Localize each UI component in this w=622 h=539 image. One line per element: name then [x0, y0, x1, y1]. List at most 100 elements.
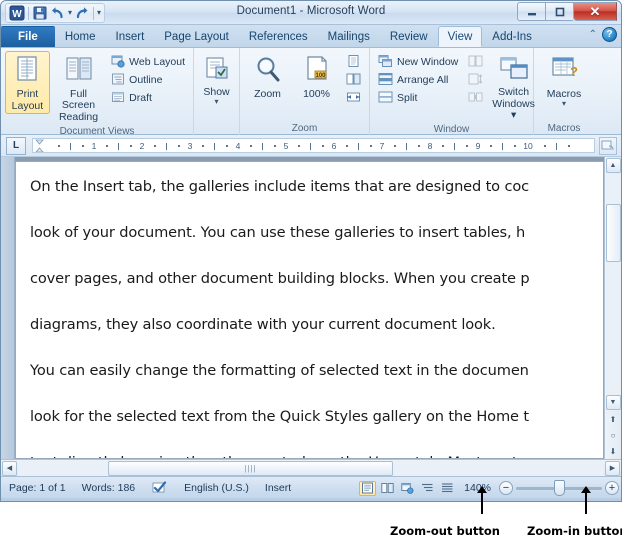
new-window-icon: [378, 54, 393, 71]
document-area: On the Insert tab, the galleries include…: [1, 157, 621, 459]
zoom-in-annotation: Zoom-in button: [527, 524, 622, 538]
tab-review[interactable]: Review: [380, 26, 438, 47]
tab-stop-selector[interactable]: L: [6, 137, 26, 155]
indent-markers-icon[interactable]: [35, 139, 44, 153]
view-ruler-button[interactable]: [599, 137, 617, 155]
ruler-row: L 1 2 3 4 5 6: [1, 135, 621, 157]
arrange-all-button[interactable]: Arrange All: [374, 71, 462, 89]
split-button[interactable]: Split: [374, 89, 462, 107]
ruler-mark-4: 4: [236, 139, 241, 153]
tab-references[interactable]: References: [239, 26, 318, 47]
view-side-by-side-icon: [468, 54, 483, 71]
tab-add-ins[interactable]: Add-Ins: [482, 26, 542, 47]
draft-view-button[interactable]: [439, 481, 456, 496]
tab-insert[interactable]: Insert: [106, 26, 155, 47]
status-insert-mode[interactable]: Insert: [257, 479, 299, 496]
draft-icon: [111, 90, 125, 107]
status-page[interactable]: Page: 1 of 1: [1, 479, 74, 496]
outline-label: Outline: [129, 74, 162, 86]
full-screen-reading-label-2: Reading: [59, 112, 98, 123]
one-page-button[interactable]: [342, 53, 365, 71]
zoom-out-button[interactable]: −: [499, 481, 513, 495]
maximize-button[interactable]: [545, 2, 573, 21]
view-side-by-side-button[interactable]: [464, 53, 487, 71]
scroll-up-button[interactable]: ▲: [606, 158, 621, 173]
select-browse-object-button[interactable]: ○: [606, 428, 621, 442]
ruler-mark-7: 7: [380, 139, 385, 153]
ribbon-group-zoom: Zoom 100 100%: [240, 48, 370, 136]
full-screen-reading-view-button[interactable]: [379, 481, 396, 496]
horizontal-scroll-track[interactable]: ||||: [18, 461, 604, 476]
zoom-100-button[interactable]: 100 100%: [293, 51, 340, 102]
tab-page-layout[interactable]: Page Layout: [154, 26, 239, 47]
zoom-level-label[interactable]: 140%: [459, 482, 496, 494]
scroll-right-button[interactable]: ▶: [605, 461, 620, 476]
arrange-all-label: Arrange All: [397, 74, 448, 86]
close-button[interactable]: ✕: [573, 2, 617, 21]
zoom-slider-track[interactable]: [516, 487, 602, 490]
status-language[interactable]: English (U.S.): [176, 479, 257, 496]
print-layout-button[interactable]: Print Layout: [5, 51, 50, 114]
spell-check-icon[interactable]: [143, 479, 176, 496]
tab-mailings[interactable]: Mailings: [318, 26, 380, 47]
split-label: Split: [397, 92, 417, 104]
reset-window-position-button[interactable]: [464, 89, 487, 107]
zoom-dialog-button[interactable]: Zoom: [244, 51, 291, 102]
switch-windows-button[interactable]: Switch Windows ▾: [489, 51, 538, 123]
horizontal-ruler[interactable]: 1 2 3 4 5 6 7 8 9 10: [32, 138, 595, 153]
zoom-slider-thumb[interactable]: [554, 480, 565, 496]
document-page[interactable]: On the Insert tab, the galleries include…: [15, 161, 604, 459]
minimize-button[interactable]: [517, 2, 545, 21]
show-button[interactable]: Show ▾: [198, 51, 235, 107]
zoom-in-button[interactable]: +: [605, 481, 619, 495]
synchronous-scrolling-button[interactable]: [464, 71, 487, 89]
synchronous-scrolling-icon: [468, 72, 483, 89]
ruler-mark-10: 10: [523, 139, 532, 153]
tab-home[interactable]: Home: [55, 26, 106, 47]
full-screen-reading-button[interactable]: Full Screen Reading: [52, 51, 105, 125]
tab-file[interactable]: File: [1, 26, 55, 47]
next-page-button[interactable]: ⬇: [606, 444, 621, 458]
scroll-down-button[interactable]: ▼: [606, 395, 621, 410]
split-icon: [378, 90, 393, 107]
previous-page-button[interactable]: ⬆: [606, 412, 621, 426]
web-layout-button[interactable]: Web Layout: [107, 53, 189, 71]
vertical-scrollbar[interactable]: ▲ ▼ ⬆ ○ ⬇: [604, 157, 621, 459]
status-bar: Page: 1 of 1 Words: 186 English (U.S.) I…: [1, 476, 621, 498]
outline-button[interactable]: Outline: [107, 71, 189, 89]
vertical-scroll-thumb[interactable]: [606, 204, 621, 262]
two-pages-button[interactable]: [342, 71, 365, 89]
word-application-window: W ▾: [0, 0, 622, 539]
outline-icon: [111, 72, 125, 89]
horizontal-scroll-thumb[interactable]: ||||: [108, 461, 393, 476]
vertical-scroll-track[interactable]: [606, 174, 621, 394]
zoom-100-icon: 100: [302, 55, 332, 88]
reset-window-position-icon: [468, 90, 483, 107]
doc-line-1: On the Insert tab, the galleries include…: [30, 174, 589, 200]
page-width-button[interactable]: [342, 89, 365, 107]
macros-button[interactable]: ? Macros ▾: [538, 51, 590, 109]
draft-label: Draft: [129, 92, 152, 104]
print-layout-label-1: Print: [17, 89, 39, 100]
status-words[interactable]: Words: 186: [74, 479, 144, 496]
zoom-label: Zoom: [254, 89, 281, 100]
page-content[interactable]: On the Insert tab, the galleries include…: [16, 162, 603, 459]
show-dropdown-icon[interactable]: ▾: [214, 99, 218, 105]
horizontal-scrollbar[interactable]: ◀ |||| ▶: [1, 459, 621, 476]
svg-text:?: ?: [570, 64, 578, 79]
new-window-button[interactable]: New Window: [374, 53, 462, 71]
paragraph-block-2: You can easily change the formatting of …: [30, 358, 589, 459]
paragraph-block-1: On the Insert tab, the galleries include…: [30, 174, 589, 338]
new-window-label: New Window: [397, 56, 458, 68]
web-layout-view-button[interactable]: [399, 481, 416, 496]
zoom-page-buttons: [342, 51, 365, 107]
minimize-ribbon-icon[interactable]: ⌃: [589, 29, 597, 40]
outline-view-button[interactable]: [419, 481, 436, 496]
ruler-mark-9: 9: [476, 139, 481, 153]
help-icon[interactable]: ?: [602, 27, 617, 42]
print-layout-view-button[interactable]: [359, 481, 376, 496]
draft-button[interactable]: Draft: [107, 89, 189, 107]
macros-dropdown-icon[interactable]: ▾: [562, 101, 566, 107]
tab-view[interactable]: View: [438, 26, 483, 47]
scroll-left-button[interactable]: ◀: [2, 461, 17, 476]
